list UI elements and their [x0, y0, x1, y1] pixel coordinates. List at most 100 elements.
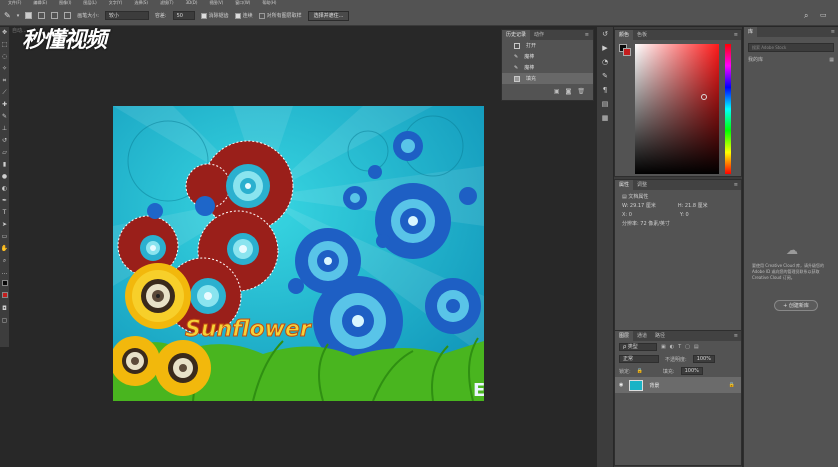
select-and-mask-button[interactable]: 选择并遮住... — [307, 10, 350, 21]
history-item[interactable]: 打开 — [502, 40, 593, 51]
stock-search-input[interactable]: 搜索 Adobe Stock — [748, 43, 834, 52]
eye-icon[interactable]: ◉ — [619, 382, 623, 388]
clone-source-icon[interactable]: ▤ — [597, 97, 613, 111]
layer-kind-filter[interactable]: ρ 类型 — [619, 343, 657, 351]
path-select-icon[interactable]: ➤ — [0, 219, 9, 231]
panel-menu-icon[interactable]: ≡ — [585, 30, 593, 40]
brush-tool-icon[interactable]: ✎ — [0, 111, 9, 123]
zoom-tool-icon[interactable]: ⌕ — [0, 255, 9, 267]
add-selection-icon[interactable] — [38, 12, 46, 19]
color-picker-handle[interactable] — [701, 94, 707, 100]
sample-all-checkbox[interactable]: 对所有图层取样 — [258, 12, 302, 19]
intersect-selection-icon[interactable] — [64, 12, 72, 19]
tab-actions[interactable]: 动作 — [530, 30, 548, 40]
tab-adjustments[interactable]: 调整 — [633, 180, 651, 190]
lock-icon[interactable]: 🔒 — [637, 368, 643, 374]
history-brush-icon[interactable]: ↺ — [0, 135, 9, 147]
stamp-tool-icon[interactable]: ⊥ — [0, 123, 9, 135]
y-value[interactable]: Y: 0 — [680, 211, 689, 220]
color-picker-field[interactable] — [635, 44, 719, 174]
brush-size-select[interactable]: 较小 — [104, 11, 149, 20]
background-swatch[interactable] — [623, 48, 631, 56]
width-value[interactable]: W: 29.17 厘米 — [622, 202, 656, 211]
magic-wand-tool-icon[interactable]: ✧ — [0, 63, 9, 75]
document-canvas[interactable]: Sunflower E — [113, 106, 484, 401]
new-document-from-state-icon[interactable]: ▣ — [554, 88, 560, 95]
history-item[interactable]: 填充 — [502, 73, 593, 84]
trash-icon[interactable]: 🗑 — [577, 88, 585, 95]
crop-tool-icon[interactable]: ⌗ — [0, 75, 9, 87]
history-item[interactable]: ✎ 魔棒 — [502, 51, 593, 62]
subtract-selection-icon[interactable] — [51, 12, 59, 19]
create-library-button[interactable]: + 创建新库 — [774, 300, 818, 311]
grid-view-icon[interactable]: ▦ — [829, 56, 834, 65]
blur-tool-icon[interactable]: ● — [0, 171, 9, 183]
type-tool-icon[interactable]: T — [0, 207, 9, 219]
search-icon[interactable]: ⌕ — [804, 11, 808, 21]
filter-type-icon[interactable]: T — [678, 344, 681, 350]
tab-color[interactable]: 颜色 — [615, 30, 634, 40]
move-tool-icon[interactable]: ✥ — [0, 27, 9, 39]
background-color-swatch[interactable] — [0, 291, 9, 303]
adjustments-icon[interactable]: ◔ — [597, 55, 613, 69]
more-tools-icon[interactable]: … — [0, 267, 9, 279]
document-icon — [514, 42, 520, 49]
fill-icon — [514, 75, 520, 82]
antialias-checkbox[interactable]: 消除锯齿 — [200, 12, 229, 19]
tab-swatches[interactable]: 色板 — [633, 30, 651, 40]
gradient-tool-icon[interactable]: ▮ — [0, 159, 9, 171]
tab-layers[interactable]: 图层 — [615, 331, 634, 341]
layer-name[interactable]: 背景 — [649, 382, 659, 389]
foreground-color-swatch[interactable] — [0, 279, 9, 291]
filter-adjust-icon[interactable]: ◐ — [670, 344, 674, 350]
pen-tool-icon[interactable]: ✒ — [0, 195, 9, 207]
hand-tool-icon[interactable]: ✋ — [0, 243, 9, 255]
filter-smart-icon[interactable]: ▤ — [694, 344, 699, 350]
shape-tool-icon[interactable]: ▭ — [0, 231, 9, 243]
layer-row[interactable]: ◉ 背景 🔒 — [615, 377, 741, 393]
healing-tool-icon[interactable]: ✚ — [0, 99, 9, 111]
magic-wand-icon: ✎ — [514, 64, 519, 71]
right-panels: 颜色 色板 ≡ 属性 调整 ≡ ▤ 文档属性 W: 29.17 厘米 H: 21… — [614, 27, 742, 467]
paragraph-icon[interactable]: ¶ — [597, 83, 613, 97]
panel-menu-icon[interactable]: ≡ — [734, 30, 741, 40]
camera-icon[interactable]: ◙ — [566, 88, 572, 95]
tolerance-input[interactable]: 50 — [172, 11, 195, 20]
quick-mask-icon[interactable]: ◘ — [0, 303, 9, 315]
lasso-tool-icon[interactable]: ◌ — [0, 51, 9, 63]
contiguous-checkbox[interactable]: 连续 — [234, 12, 253, 19]
library-select[interactable]: 我的库 — [748, 56, 763, 65]
x-value[interactable]: X: 0 — [622, 211, 632, 220]
panel-menu-icon[interactable]: ≡ — [734, 180, 741, 190]
opacity-input[interactable]: 100% — [692, 355, 715, 363]
history-panel: 历史记录 动作 ≡ 打开 ✎ 魔棒 ✎ 魔棒 填充 ▣ ◙ 🗑 — [501, 29, 594, 101]
magic-wand-icon: ✎ — [514, 53, 519, 60]
fill-input[interactable]: 100% — [680, 367, 703, 375]
brush-panel-icon[interactable]: ✎ — [597, 69, 613, 83]
filter-pixel-icon[interactable]: ▣ — [661, 344, 666, 350]
tab-history[interactable]: 历史记录 — [502, 30, 531, 40]
marquee-tool-icon[interactable]: ⬚ — [0, 39, 9, 51]
tab-channels[interactable]: 通道 — [633, 331, 651, 341]
height-value[interactable]: H: 21.8 厘米 — [678, 202, 708, 211]
magic-wand-tool-icon[interactable]: ✎ — [4, 11, 11, 20]
filter-shape-icon[interactable]: ▢ — [685, 344, 690, 350]
new-selection-icon[interactable] — [25, 12, 33, 19]
screen-mode-icon[interactable]: ▢ — [0, 315, 9, 327]
eraser-tool-icon[interactable]: ▱ — [0, 147, 9, 159]
dodge-tool-icon[interactable]: ◐ — [0, 183, 9, 195]
eyedropper-tool-icon[interactable]: ⟋ — [0, 87, 9, 99]
workspace-icon[interactable]: ▭ — [820, 11, 827, 19]
tab-paths[interactable]: 路径 — [651, 331, 669, 341]
history-panel-icon[interactable]: ↺ — [597, 27, 613, 41]
hue-slider[interactable] — [725, 44, 731, 174]
blend-mode-select[interactable]: 正常 — [619, 355, 659, 363]
panel-menu-icon[interactable]: ≡ — [734, 331, 741, 341]
panel-menu-icon[interactable]: ≡ — [831, 27, 838, 37]
tool-preset-dropdown-icon[interactable]: ▾ — [17, 13, 20, 19]
info-icon[interactable]: ▦ — [597, 111, 613, 125]
tab-libraries[interactable]: 库 — [744, 27, 758, 37]
tab-properties[interactable]: 属性 — [615, 180, 634, 190]
play-icon[interactable]: ▶ — [597, 41, 613, 55]
history-item[interactable]: ✎ 魔棒 — [502, 62, 593, 73]
